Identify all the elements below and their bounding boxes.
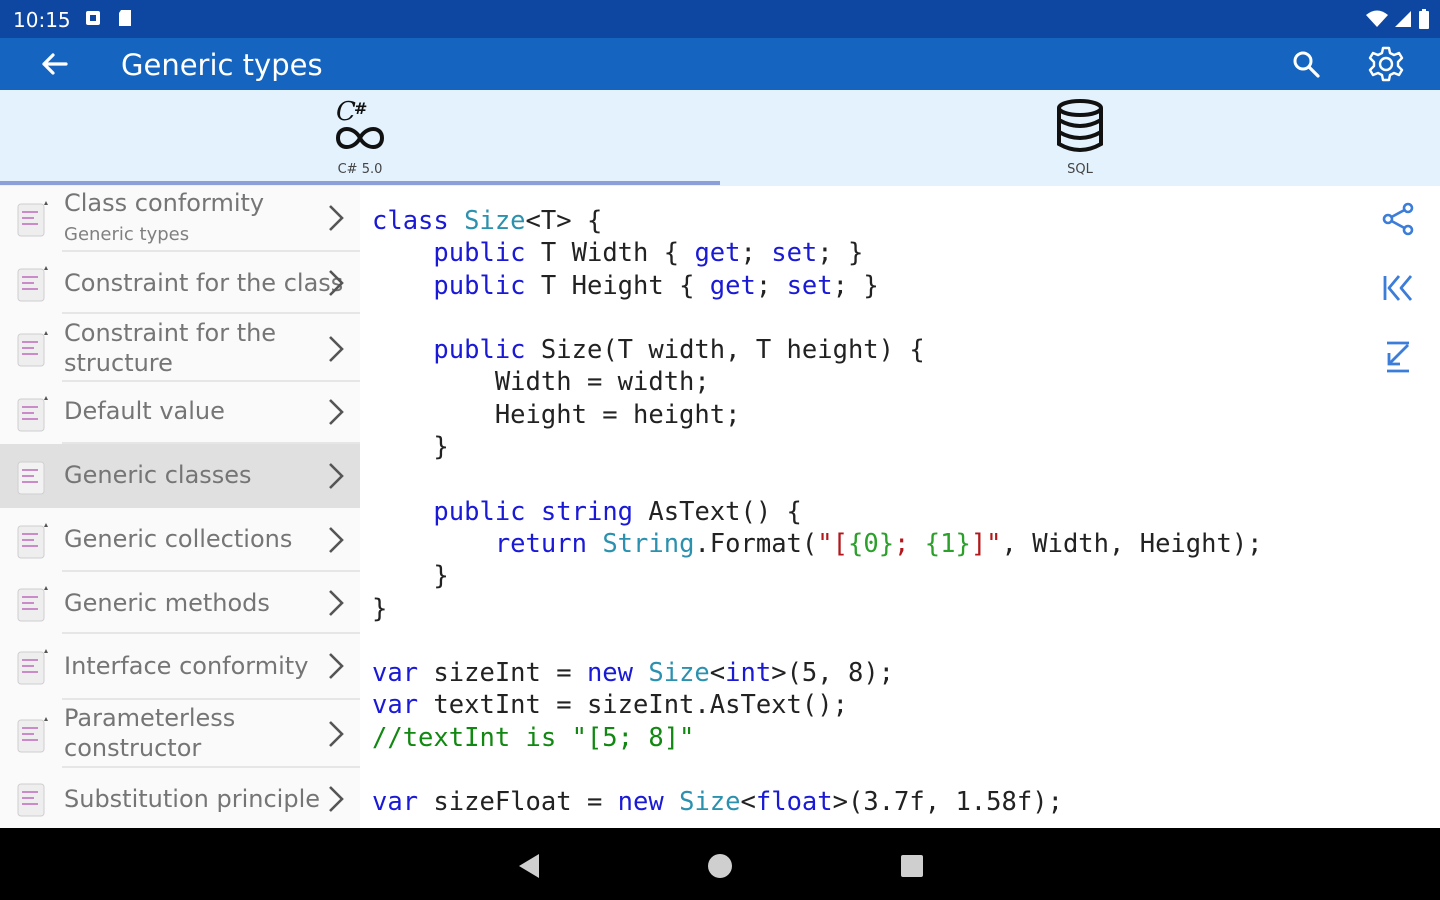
list-item-class-conformity[interactable]: Class conformity Generic types [0, 186, 360, 252]
nav-recents-button[interactable] [896, 850, 928, 882]
list-item-generic-methods[interactable]: Generic methods [0, 572, 360, 634]
tab-label-csharp: C# 5.0 [337, 162, 383, 177]
list-item-label: Interface conformity [64, 652, 309, 680]
list-item-label-line2: constructor [64, 734, 202, 762]
document-icon [17, 649, 48, 685]
nav-home-button[interactable] [704, 850, 736, 882]
document-icon [17, 396, 48, 432]
document-icon [17, 331, 48, 367]
document-icon [17, 266, 48, 302]
chevron-right-icon [329, 786, 344, 812]
arrow-back-icon [42, 53, 68, 75]
chevron-right-icon [329, 590, 344, 616]
back-button[interactable] [36, 46, 72, 82]
chevron-right-icon [329, 463, 344, 489]
go-to-first-button[interactable] [1378, 268, 1418, 308]
tab-sql[interactable]: SQL [720, 90, 1440, 182]
list-item-label: Generic collections [64, 525, 293, 553]
chevron-right-icon [329, 270, 344, 296]
list-item-sublabel: Generic types [64, 224, 190, 245]
list-item-label: Class conformity [64, 189, 265, 217]
jump-down-icon [1387, 341, 1409, 373]
status-right [1366, 8, 1430, 30]
go-to-end-button[interactable] [1378, 337, 1418, 377]
system-nav-bar [0, 828, 1440, 900]
list-item-generic-classes[interactable]: Generic classes [0, 444, 360, 508]
settings-button[interactable] [1366, 44, 1406, 84]
sd-card-icon [119, 10, 131, 26]
share-button[interactable] [1378, 199, 1418, 239]
list-item-label: Constraint for the class [64, 269, 344, 297]
document-icon [17, 717, 48, 753]
topic-list: Class conformity Generic types Constrain… [0, 186, 360, 828]
language-tabs: C # C# 5.0 SQL [0, 90, 1440, 186]
chevron-right-icon [329, 399, 344, 425]
svg-text:C: C [336, 97, 356, 127]
nav-home-icon [708, 854, 732, 878]
list-item-default-value[interactable]: Default value [0, 382, 360, 444]
status-time: 10:15 [13, 8, 71, 32]
chevron-right-icon [329, 527, 344, 553]
document-icon [17, 783, 45, 817]
nav-back-icon [519, 854, 539, 878]
status-bar: 10:15 [0, 0, 1440, 38]
share-icon [1382, 202, 1414, 236]
list-item-label-line1: Parameterless [64, 704, 236, 732]
list-item-label: Generic classes [64, 461, 252, 489]
database-icon [1057, 99, 1103, 152]
svg-text:#: # [354, 99, 367, 118]
nav-back-button[interactable] [512, 850, 544, 882]
battery-icon [1419, 9, 1429, 29]
chevron-right-icon [329, 653, 344, 679]
document-icon [17, 461, 45, 495]
skip-first-icon [1383, 275, 1413, 301]
wifi-icon [1366, 10, 1388, 27]
document-icon [17, 586, 48, 622]
list-item-generic-collections[interactable]: Generic collections [0, 508, 360, 572]
chevron-right-icon [329, 721, 344, 747]
list-item-parameterless-constructor[interactable]: Parameterless constructor [0, 700, 360, 768]
chevron-right-icon [329, 336, 344, 362]
gear-icon [1368, 46, 1404, 82]
document-icon [17, 201, 48, 237]
list-item-substitution-principle[interactable]: Substitution principle [0, 768, 360, 828]
page-title: Generic types [121, 48, 323, 82]
csharp-logo-icon: C # [335, 97, 385, 149]
tab-label-sql: SQL [1067, 162, 1093, 177]
list-item-label: Substitution principle [64, 785, 320, 813]
search-icon [1293, 51, 1320, 78]
list-item-interface-conformity[interactable]: Interface conformity [0, 634, 360, 700]
tab-csharp[interactable]: C # C# 5.0 [0, 90, 720, 182]
app-bar: Generic types [0, 38, 1440, 90]
notification-icon [86, 11, 100, 25]
list-item-constraint-class[interactable]: Constraint for the class [0, 252, 360, 314]
list-item-constraint-structure[interactable]: Constraint for the structure [0, 314, 360, 382]
list-item-label-line2: structure [64, 349, 173, 377]
nav-recents-icon [901, 855, 923, 877]
search-button[interactable] [1288, 46, 1324, 82]
list-item-label: Default value [64, 397, 225, 425]
document-icon [17, 523, 48, 559]
code-block: class Size<T> { public T Width { get; se… [372, 206, 1263, 818]
list-item-label-line1: Constraint for the [64, 319, 277, 347]
tab-indicator [0, 181, 720, 185]
cellular-signal-icon [1395, 11, 1411, 27]
list-item-label: Generic methods [64, 589, 270, 617]
chevron-right-icon [329, 205, 344, 231]
